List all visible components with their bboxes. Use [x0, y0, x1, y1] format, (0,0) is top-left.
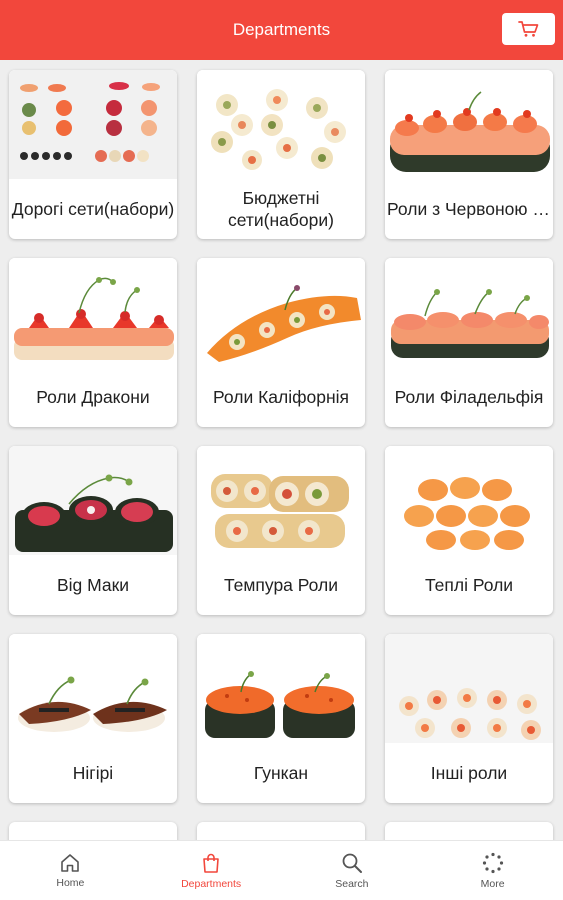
nav-departments-label: Departments — [181, 877, 242, 890]
category-label: Роли Каліфорнія — [212, 387, 350, 407]
category-card[interactable]: Бюджетні сети(набори) — [197, 70, 365, 239]
category-card[interactable]: Гункан — [197, 634, 365, 803]
category-card[interactable]: Роли Філадельфія — [385, 258, 553, 427]
category-card[interactable] — [385, 822, 553, 840]
page-title: Departments — [232, 20, 331, 39]
departments-grid: Дорогі сети(набори) Бюджетні сети(набори… — [0, 60, 563, 840]
more-icon — [482, 852, 503, 873]
nav-search-label: Search — [335, 877, 369, 890]
category-thumbnail — [9, 446, 177, 555]
category-card[interactable]: Роли з Червоною Ікрою — [385, 70, 553, 239]
category-thumbnail — [9, 258, 177, 367]
category-card[interactable]: Нігірі — [9, 634, 177, 803]
category-card[interactable] — [197, 822, 365, 840]
category-label: Роли з Червоною Ікрою — [387, 199, 551, 219]
category-label: Big Маки — [56, 575, 130, 595]
nav-more-label: More — [480, 877, 505, 890]
category-label: Теплі Роли — [424, 575, 514, 595]
category-card[interactable]: Інші роли — [385, 634, 553, 803]
shopping-bag-icon — [203, 853, 219, 873]
category-label: Нігірі — [72, 763, 114, 783]
category-thumbnail — [385, 70, 553, 179]
category-thumbnail — [197, 258, 365, 367]
category-label: Бюджетні сети(набори) — [227, 188, 334, 230]
category-label: Темпура Роли — [223, 575, 339, 595]
nav-more[interactable]: More — [422, 841, 563, 900]
category-thumbnail — [385, 446, 553, 555]
category-thumbnail — [385, 258, 553, 367]
category-card[interactable]: Теплі Роли — [385, 446, 553, 615]
category-thumbnail — [197, 634, 365, 743]
home-icon — [61, 853, 80, 872]
category-card[interactable]: Роли Дракони — [9, 258, 177, 427]
nav-departments[interactable]: Departments — [141, 841, 282, 900]
category-card[interactable]: Роли Каліфорнія — [197, 258, 365, 427]
cart-button[interactable] — [502, 13, 555, 45]
category-thumbnail — [9, 70, 177, 179]
nav-home-label: Home — [56, 876, 85, 889]
category-thumbnail — [385, 634, 553, 743]
category-card[interactable] — [9, 822, 177, 840]
category-thumbnail — [197, 446, 365, 555]
bottom-navigation: Home Departments Search More — [0, 840, 563, 900]
nav-search[interactable]: Search — [282, 841, 423, 900]
category-card[interactable]: Темпура Роли — [197, 446, 365, 615]
category-card[interactable]: Дорогі сети(набори) — [9, 70, 177, 239]
category-label: Гункан — [253, 763, 309, 783]
category-thumbnail — [197, 70, 365, 179]
nav-home[interactable]: Home — [0, 841, 141, 900]
category-label: Інші роли — [430, 763, 508, 783]
category-thumbnail — [9, 634, 177, 743]
search-icon — [342, 853, 362, 873]
app-bar: Departments — [0, 0, 563, 60]
category-label: Роли Філадельфія — [394, 387, 544, 407]
category-label: Роли Дракони — [36, 387, 150, 407]
category-label: Дорогі сети(набори) — [11, 199, 175, 219]
cart-icon — [517, 21, 538, 37]
category-card[interactable]: Big Маки — [9, 446, 177, 615]
